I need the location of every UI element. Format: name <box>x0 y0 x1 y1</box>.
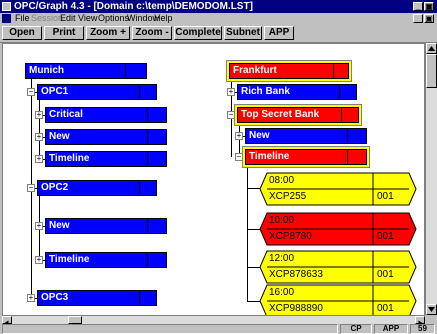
node-timeline[interactable]: Timeline <box>45 252 167 268</box>
node-label: Frankfurt <box>233 65 277 76</box>
menu-file[interactable]: File <box>15 13 30 24</box>
node-label: OPC3 <box>41 292 69 303</box>
expand-icon[interactable]: + <box>35 111 43 119</box>
menu-view[interactable]: View <box>78 13 97 24</box>
arrow-up-icon <box>428 46 435 51</box>
node-label: Timeline <box>49 153 90 164</box>
card-number: 001 <box>377 269 394 280</box>
arrow-down-icon <box>428 307 435 312</box>
node-label: New <box>49 220 70 231</box>
collapse-icon[interactable]: − <box>235 153 243 161</box>
expand-icon[interactable]: + <box>35 222 43 230</box>
node-opc3[interactable]: OPC3 <box>37 290 157 306</box>
timeline-card[interactable]: 12:00 XCP878633 001 <box>259 250 417 284</box>
card-code: XCP988890 <box>269 303 323 314</box>
node-label: New <box>249 130 270 141</box>
tree-line <box>39 100 40 160</box>
node-opc2[interactable]: OPC2 <box>37 180 157 196</box>
status-cp: CP <box>340 324 372 334</box>
card-number: 001 <box>377 231 394 242</box>
node-new[interactable]: New <box>45 218 167 234</box>
doc-restore-button[interactable]: ▣ <box>424 14 434 23</box>
status-message <box>2 324 338 334</box>
card-time: 10:00 <box>269 215 295 226</box>
doc-minimize-button[interactable]: _ <box>413 14 423 23</box>
node-new[interactable]: New <box>245 128 367 144</box>
node-label: OPC1 <box>41 86 69 97</box>
menu-bar: File Session Edit View Options Window He… <box>0 13 437 24</box>
menu-help[interactable]: Help <box>154 13 173 24</box>
horizontal-scroll-thumb[interactable] <box>68 316 82 324</box>
card-time: 12:00 <box>269 253 295 264</box>
app-button[interactable]: APP <box>264 26 294 40</box>
expand-icon[interactable]: + <box>235 132 243 140</box>
node-label: Timeline <box>249 151 290 162</box>
vertical-scroll-thumb[interactable] <box>426 54 437 88</box>
expand-icon[interactable]: + <box>35 155 43 163</box>
collapse-icon[interactable]: − <box>27 88 35 96</box>
complete-button[interactable]: Complete <box>174 26 222 40</box>
timeline-card[interactable]: 16:00 XCP988890 001 <box>259 284 417 316</box>
node-label: Critical <box>49 109 83 120</box>
node-label: OPC2 <box>41 182 69 193</box>
scroll-left-button[interactable] <box>2 316 12 326</box>
node-timeline[interactable]: Timeline <box>245 149 367 165</box>
card-time: 16:00 <box>269 287 295 298</box>
print-button[interactable]: Print <box>44 26 84 40</box>
graph-canvas[interactable]: Munich − OPC1 + Critical + New + Timelin… <box>2 43 425 317</box>
scroll-right-button[interactable] <box>415 316 425 326</box>
collapse-icon[interactable]: − <box>227 111 235 119</box>
scroll-up-button[interactable] <box>426 43 437 54</box>
tree-line <box>247 165 248 301</box>
node-top-secret-bank[interactable]: Top Secret Bank <box>237 107 359 123</box>
expand-icon[interactable]: + <box>35 133 43 141</box>
status-bar: CP APP 59 <box>0 324 437 334</box>
status-count: 59 <box>410 324 435 334</box>
node-critical[interactable]: Critical <box>45 107 167 123</box>
minimize-button[interactable]: _ <box>413 2 423 11</box>
collapse-icon[interactable]: − <box>27 184 35 192</box>
title-bar: OPC/Graph 4.3 - [Domain c:\temp\DEMODOM.… <box>0 0 437 13</box>
restore-button[interactable]: ▣ <box>424 2 434 11</box>
node-label: Rich Bank <box>241 86 290 97</box>
card-time: 08:00 <box>269 175 295 186</box>
node-label: Top Secret Bank <box>241 109 320 120</box>
node-munich[interactable]: Munich <box>25 63 147 79</box>
expand-icon[interactable]: + <box>227 88 235 96</box>
timeline-card[interactable]: 08:00 XCP255 001 <box>259 172 417 206</box>
card-code: XCP8780 <box>269 231 312 242</box>
node-label: Timeline <box>49 254 90 265</box>
card-number: 001 <box>377 191 394 202</box>
card-code: XCP255 <box>269 191 307 202</box>
node-label: New <box>49 131 70 142</box>
node-timeline[interactable]: Timeline <box>45 151 167 167</box>
window-title: OPC/Graph 4.3 - [Domain c:\temp\DEMODOM.… <box>14 1 253 12</box>
node-rich-bank[interactable]: Rich Bank <box>237 84 357 100</box>
node-new[interactable]: New <box>45 129 167 145</box>
node-opc1[interactable]: OPC1 <box>37 84 157 100</box>
menu-session[interactable]: Session <box>31 13 63 24</box>
card-code: XCP878633 <box>269 269 323 280</box>
vertical-scrollbar[interactable] <box>425 43 437 315</box>
horizontal-scrollbar[interactable] <box>2 315 425 326</box>
expand-icon[interactable]: + <box>35 256 43 264</box>
scroll-down-button[interactable] <box>426 304 437 315</box>
toolbar: Open Print Zoom + Zoom - Complete Subnet… <box>0 25 437 43</box>
subnet-button[interactable]: Subnet <box>224 26 262 40</box>
menu-options[interactable]: Options <box>98 13 129 24</box>
app-icon[interactable] <box>2 2 11 11</box>
node-label: Munich <box>29 65 64 76</box>
document-icon[interactable] <box>2 14 11 23</box>
status-app: APP <box>374 324 408 334</box>
zoom-in-button[interactable]: Zoom + <box>86 26 130 40</box>
expand-icon[interactable]: + <box>27 294 35 302</box>
menu-edit[interactable]: Edit <box>60 13 76 24</box>
timeline-card[interactable]: 10:00 XCP8780 001 <box>259 212 417 246</box>
zoom-out-button[interactable]: Zoom - <box>132 26 172 40</box>
node-frankfurt[interactable]: Frankfurt <box>229 63 349 79</box>
card-number: 001 <box>377 303 394 314</box>
open-button[interactable]: Open <box>2 26 42 40</box>
